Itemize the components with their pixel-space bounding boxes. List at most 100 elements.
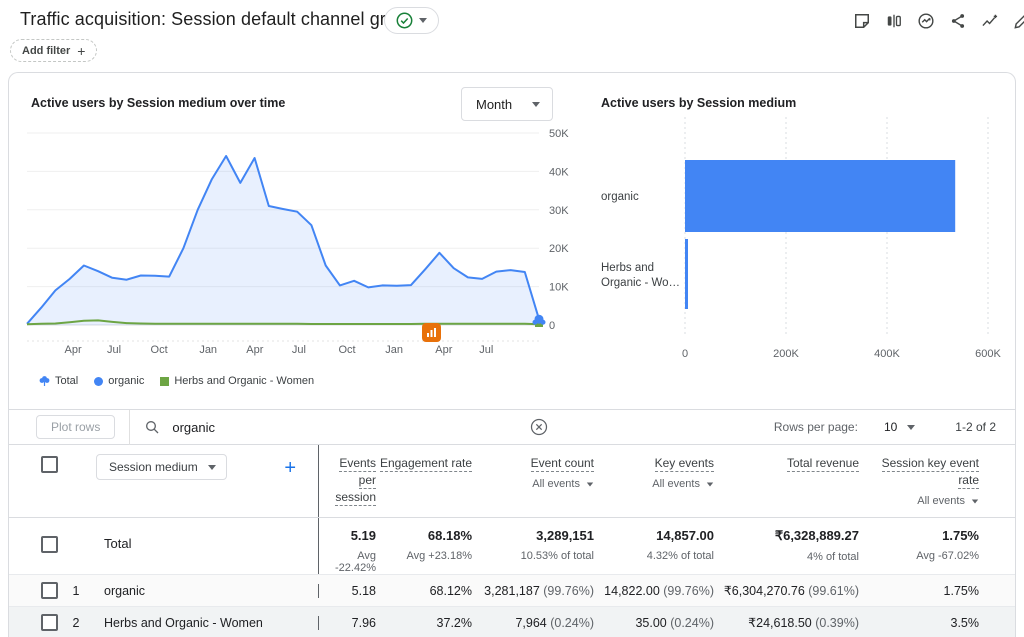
svg-text:Jul: Jul bbox=[292, 344, 306, 356]
svg-text:30K: 30K bbox=[549, 205, 569, 217]
svg-text:Jan: Jan bbox=[385, 344, 403, 356]
bar[interactable] bbox=[685, 160, 956, 232]
rows-per-page-value[interactable]: 10 bbox=[884, 420, 897, 434]
event-filter-dropdown[interactable]: All events bbox=[594, 476, 714, 493]
table-row: 1 organic 5.18 68.12% 3,281,187 (99.76%) 14,8… bbox=[9, 574, 1015, 606]
total-metric-cell: ₹6,328,889.27 4% of total bbox=[774, 528, 859, 563]
dimension-value: Session medium bbox=[109, 460, 198, 474]
metric-cell: 7.96 bbox=[318, 615, 376, 630]
chart-legend: Total organic Herbs and Organic - Women bbox=[39, 375, 314, 387]
event-filter-dropdown[interactable]: All events bbox=[859, 493, 979, 510]
row-checkbox[interactable] bbox=[41, 582, 58, 599]
search-input[interactable] bbox=[170, 418, 530, 436]
clear-search-icon[interactable] bbox=[529, 417, 549, 437]
table-search[interactable] bbox=[129, 409, 549, 445]
legend-label: Herbs and Organic - Women bbox=[174, 375, 315, 387]
add-column-button[interactable]: + bbox=[278, 454, 302, 482]
share-icon[interactable] bbox=[946, 9, 970, 33]
svg-text:600K: 600K bbox=[975, 348, 1001, 360]
event-filter-dropdown[interactable]: All events bbox=[472, 476, 594, 493]
metric-cell: 5.18 bbox=[318, 583, 376, 598]
table-row: 2 Herbs and Organic - Women 7.96 37.2% 7,964… bbox=[9, 606, 1015, 637]
legend-item: organic bbox=[94, 375, 144, 387]
svg-text:0: 0 bbox=[682, 348, 688, 360]
interval-select[interactable]: Month bbox=[461, 87, 553, 121]
line-chart[interactable]: 0 10K 20K 30K 40K 50K Apr Jul Oct Jan Apr Jul Oct Jan… bbox=[21, 121, 573, 361]
bar[interactable] bbox=[685, 239, 688, 309]
metric-cell: 14,822.00 (99.76%) bbox=[604, 583, 714, 598]
total-label: Total bbox=[104, 536, 132, 551]
dimension-selector[interactable]: Session medium bbox=[96, 454, 227, 480]
row-checkbox-cell bbox=[9, 582, 61, 599]
line-chart-title: Active users by Session medium over time bbox=[31, 96, 286, 110]
plot-rows-button[interactable]: Plot rows bbox=[36, 415, 116, 439]
chevron-down-icon bbox=[207, 464, 216, 470]
total-metric-cell: 5.19 Avg -22.42% bbox=[318, 518, 376, 574]
total-checkbox[interactable] bbox=[41, 536, 58, 553]
series-marker-icon bbox=[94, 376, 104, 386]
column-sort-label[interactable]: Event count bbox=[530, 456, 594, 472]
column-sort-label[interactable]: Session key event rate bbox=[881, 456, 979, 489]
row-rank: 2 bbox=[72, 615, 80, 630]
row-checkbox[interactable] bbox=[41, 614, 58, 631]
insights-circle-icon[interactable] bbox=[914, 9, 938, 33]
column-header-event-count[interactable]: Event count All events bbox=[472, 445, 594, 517]
pagination-controls: Rows per page: 10 1-2 of 2 bbox=[773, 420, 1015, 434]
dimension-header-cell: Session medium + bbox=[61, 445, 318, 517]
check-circle-icon bbox=[396, 12, 413, 29]
column-header-events-per-session[interactable]: Events per session bbox=[318, 445, 376, 517]
legend-item: Total bbox=[39, 375, 78, 387]
total-marker-icon bbox=[39, 375, 50, 386]
column-sort-label[interactable]: Total revenue bbox=[786, 456, 859, 472]
interval-value: Month bbox=[476, 96, 513, 112]
metric-cell: 7,964 (0.24%) bbox=[515, 615, 594, 630]
series-marker-icon bbox=[160, 376, 170, 386]
svg-text:Jul: Jul bbox=[479, 344, 493, 356]
svg-text:Apr: Apr bbox=[246, 344, 263, 356]
svg-text:50K: 50K bbox=[549, 128, 569, 140]
total-metric-cell: 14,857.00 4.32% of total bbox=[646, 528, 714, 562]
row-dimension-value: organic bbox=[104, 583, 145, 598]
plus-icon: + bbox=[77, 42, 86, 59]
comparison-icon[interactable] bbox=[882, 9, 906, 33]
insight-marker-icon[interactable] bbox=[422, 323, 441, 342]
svg-text:Jul: Jul bbox=[107, 344, 121, 356]
column-header-engagement-rate[interactable]: Engagement rate bbox=[376, 445, 472, 517]
row-rank: 1 bbox=[72, 583, 80, 598]
table-header-row: Session medium + Events per session Engag… bbox=[9, 445, 1015, 517]
metric-cell: 35.00 (0.24%) bbox=[635, 615, 714, 630]
table-total-row: Total 5.19 Avg -22.42% 68.18% Avg +23.18% 3,… bbox=[9, 517, 1015, 574]
column-sort-label[interactable]: Events per session bbox=[335, 456, 376, 506]
add-filter-button[interactable]: Add filter + bbox=[10, 39, 98, 62]
bar-chart[interactable]: 0 200K 400K 600K organic Herbs and Organic - W… bbox=[597, 109, 1009, 373]
svg-text:Oct: Oct bbox=[338, 344, 355, 356]
svg-text:200K: 200K bbox=[773, 348, 799, 360]
column-header-total-revenue[interactable]: Total revenue bbox=[714, 445, 859, 517]
svg-text:Apr: Apr bbox=[435, 344, 452, 356]
search-icon bbox=[146, 421, 159, 434]
select-all-checkbox[interactable] bbox=[41, 456, 58, 473]
metric-cell: 1.75% bbox=[943, 583, 979, 598]
report-status-dropdown[interactable] bbox=[384, 7, 439, 34]
column-sort-label[interactable]: Engagement rate bbox=[379, 456, 472, 472]
svg-text:10K: 10K bbox=[549, 282, 569, 294]
page-title: Traffic acquisition: Session default cha… bbox=[20, 9, 417, 29]
note-icon[interactable] bbox=[850, 9, 874, 33]
column-header-session-key-event-rate[interactable]: Session key event rate All events bbox=[859, 445, 979, 517]
chevron-down-icon[interactable] bbox=[907, 424, 916, 430]
metric-cell: 37.2% bbox=[436, 615, 472, 630]
rows-per-page-label: Rows per page: bbox=[773, 420, 858, 434]
chevron-down-icon bbox=[419, 18, 427, 23]
edit-pencil-icon[interactable] bbox=[1010, 9, 1024, 33]
column-header-key-events[interactable]: Key events All events bbox=[594, 445, 714, 517]
sparkline-insights-icon[interactable] bbox=[978, 9, 1002, 33]
report-toolbar bbox=[850, 9, 1024, 33]
column-sort-label[interactable]: Key events bbox=[654, 456, 714, 472]
bar-chart-title: Active users by Session medium bbox=[601, 96, 797, 110]
svg-text:Jan: Jan bbox=[199, 344, 217, 356]
legend-item: Herbs and Organic - Women bbox=[160, 375, 314, 387]
pagination-range: 1-2 of 2 bbox=[955, 420, 996, 434]
svg-text:0: 0 bbox=[549, 320, 555, 332]
total-metric-cell: 1.75% Avg -67.02% bbox=[916, 528, 979, 562]
svg-text:Herbs and: Herbs and bbox=[601, 262, 654, 274]
